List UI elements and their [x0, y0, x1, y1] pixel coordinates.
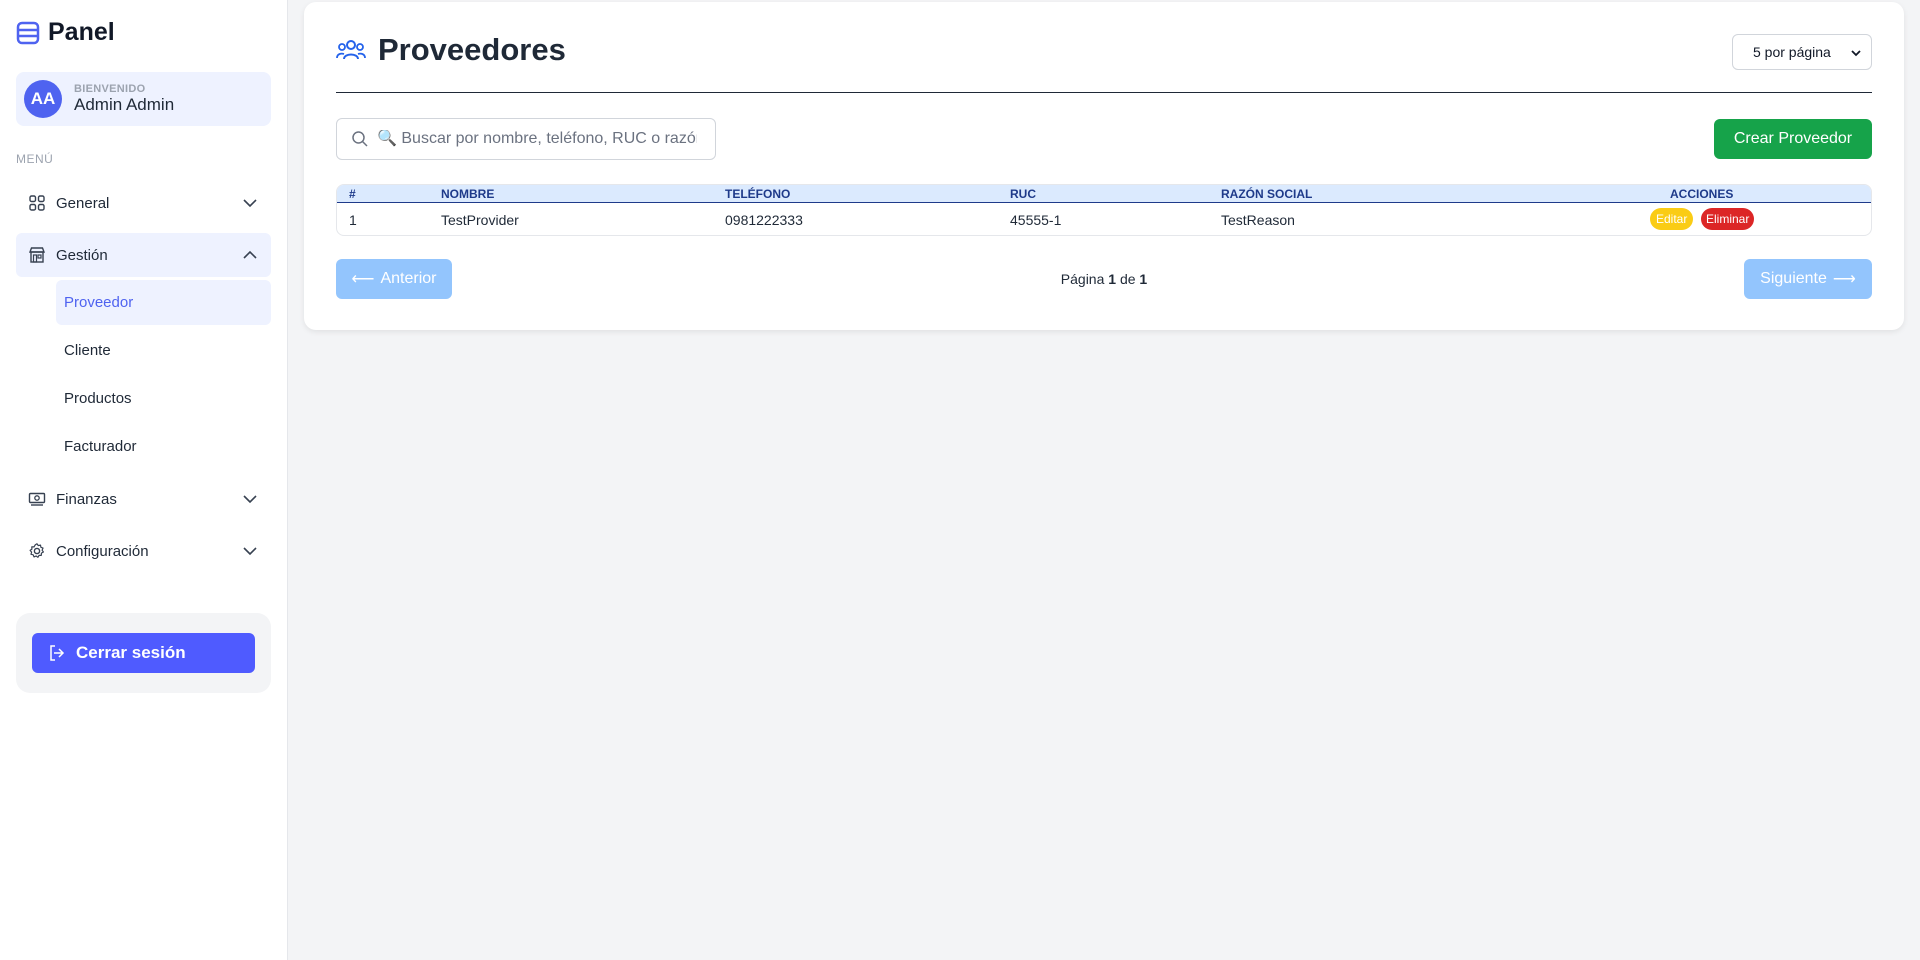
search-box[interactable]: [336, 118, 716, 160]
sidebar-item-label: Gestión: [56, 246, 108, 264]
column-header: ACCIONES: [1670, 187, 1734, 201]
page-header: Proveedores: [336, 32, 566, 68]
cell-reason: TestReason: [1221, 212, 1295, 228]
gear-icon: [29, 543, 44, 558]
of-word: de: [1119, 271, 1136, 287]
sidebar-item-general[interactable]: General: [16, 181, 271, 225]
money-icon: [28, 492, 46, 506]
page-word: Página: [1060, 271, 1105, 287]
total-pages: 1: [1139, 271, 1148, 287]
sidebar-subitem-proveedor[interactable]: Proveedor: [56, 280, 271, 325]
delete-button[interactable]: Eliminar: [1701, 208, 1755, 230]
column-header: TELÉFONO: [725, 187, 791, 201]
chevron-down-icon: [243, 199, 257, 208]
chevron-down-icon: [243, 547, 257, 556]
logout-icon: [50, 645, 65, 661]
user-welcome: BIENVENIDO: [74, 83, 146, 95]
sidebar-subitem-productos[interactable]: Productos: [56, 376, 271, 421]
menu-label: MENÚ: [16, 152, 54, 166]
create-provider-button[interactable]: Crear Proveedor: [1714, 119, 1872, 159]
search-icon: [352, 131, 368, 147]
header-divider: [336, 92, 1872, 93]
brand[interactable]: Panel: [16, 18, 115, 47]
cell-number: 1: [349, 212, 357, 228]
cell-name: TestProvider: [441, 212, 519, 228]
table-header: # NOMBRE TELÉFONO RUC RAZÓN SOCIAL ACCIO…: [337, 185, 1871, 203]
sidebar: Panel AA BIENVENIDO Admin Admin MENÚ Gen…: [0, 0, 288, 960]
chevron-up-icon: [243, 250, 257, 259]
sidebar-item-label: Configuración: [56, 542, 149, 560]
sidebar-item-gestion[interactable]: Gestión: [16, 233, 271, 277]
current-page: 1: [1108, 271, 1117, 287]
table-row: 1 TestProvider 0981222333 45555-1 TestRe…: [337, 203, 1871, 235]
next-label: Siguiente: [1760, 270, 1827, 287]
user-card: AA BIENVENIDO Admin Admin: [16, 72, 271, 126]
users-icon: [336, 40, 366, 60]
column-header: RAZÓN SOCIAL: [1221, 187, 1313, 201]
sidebar-subitem-cliente[interactable]: Cliente: [56, 328, 271, 373]
per-page-value: 5 por página: [1753, 44, 1831, 60]
user-name: Admin Admin: [74, 95, 175, 114]
arrow-right-icon: ⟶: [1832, 271, 1856, 288]
providers-table: # NOMBRE TELÉFONO RUC RAZÓN SOCIAL ACCIO…: [336, 184, 1872, 236]
page-title: Proveedores: [378, 32, 566, 67]
logout-panel: Cerrar sesión: [16, 613, 271, 693]
column-header: RUC: [1010, 187, 1036, 201]
edit-button[interactable]: Editar: [1650, 208, 1694, 230]
cell-phone: 0981222333: [725, 212, 803, 228]
sidebar-item-finanzas[interactable]: Finanzas: [16, 477, 271, 521]
sidebar-item-label: Finanzas: [56, 490, 117, 508]
pagination-info: Página 1 de 1: [304, 271, 1904, 287]
grid-icon: [29, 195, 45, 211]
column-header: NOMBRE: [441, 187, 495, 201]
sidebar-item-configuracion[interactable]: Configuración: [16, 529, 271, 573]
next-page-button[interactable]: Siguiente ⟶: [1744, 259, 1872, 299]
chevron-down-icon: [1851, 50, 1861, 57]
search-input[interactable]: [377, 130, 697, 148]
database-icon: [16, 21, 40, 44]
sidebar-subitem-facturador[interactable]: Facturador: [56, 424, 271, 469]
sidebar-item-label: General: [56, 194, 110, 212]
providers-card: Proveedores 5 por página Crear Proveedor…: [304, 2, 1904, 330]
avatar: AA: [24, 80, 62, 118]
chevron-down-icon: [243, 495, 257, 504]
column-header: #: [349, 187, 356, 201]
per-page-select[interactable]: 5 por página: [1732, 34, 1872, 70]
brand-title: Panel: [48, 18, 115, 46]
cell-ruc: 45555-1: [1010, 212, 1062, 228]
logout-label: Cerrar sesión: [76, 643, 186, 662]
store-icon: [28, 247, 46, 263]
logout-button[interactable]: Cerrar sesión: [32, 633, 255, 673]
